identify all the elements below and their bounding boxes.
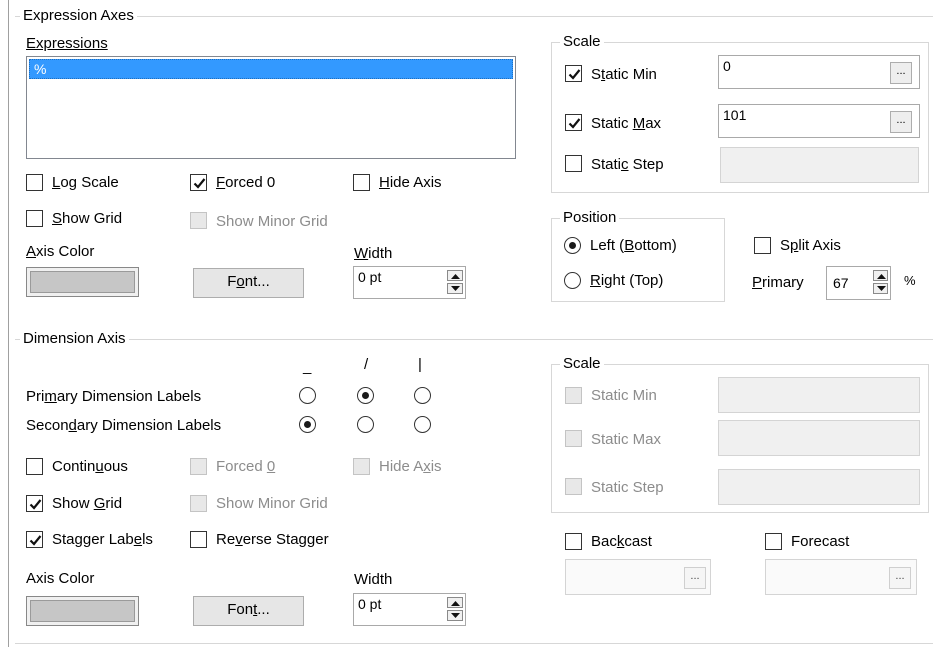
secondary-dim-vertical-radio[interactable] xyxy=(414,416,431,433)
split-axis-label: Split Axis xyxy=(780,237,841,254)
dim-font-button[interactable]: Font... xyxy=(193,596,304,626)
static-max-checkbox[interactable] xyxy=(565,114,582,131)
dim-static-min-checkbox[interactable] xyxy=(565,387,582,404)
dim-axis-color-label: Axis Color xyxy=(26,570,95,587)
expressions-label: Expressions xyxy=(26,35,108,52)
expression-axes-title: Expression Axes xyxy=(20,8,137,24)
col-symbol-horizontal: _ xyxy=(303,358,312,375)
stagger-labels-checkbox[interactable] xyxy=(26,531,43,548)
static-min-label: Static Min xyxy=(591,66,657,83)
width-spinner[interactable]: 0 pt xyxy=(353,266,466,299)
dim-static-step-label: Static Step xyxy=(591,479,664,496)
show-minor-grid-checkbox[interactable] xyxy=(190,212,207,229)
dim-forced-0-label: Forced 0 xyxy=(216,458,276,475)
dim-width-label: Width xyxy=(354,571,393,588)
dim-show-minor-grid-label: Show Minor Grid xyxy=(216,495,328,512)
width-up-arrow[interactable] xyxy=(447,270,463,281)
col-symbol-vertical: | xyxy=(418,356,422,373)
dim-width-up-arrow[interactable] xyxy=(447,597,463,608)
dim-static-min-label: Static Min xyxy=(591,387,657,404)
static-step-input[interactable] xyxy=(720,147,919,183)
width-down-arrow[interactable] xyxy=(447,283,463,294)
expression-scale-title: Scale xyxy=(560,34,604,50)
primary-up-arrow[interactable] xyxy=(873,270,888,281)
dim-static-max-input[interactable] xyxy=(718,420,920,456)
primary-dim-diagonal-radio[interactable] xyxy=(357,387,374,404)
log-scale-checkbox[interactable] xyxy=(26,174,43,191)
left-bottom-label: Left (Bottom) xyxy=(590,237,677,254)
static-max-label: Static Max xyxy=(591,115,662,132)
dim-width-value: 0 pt xyxy=(358,596,382,612)
static-min-ellipsis-button[interactable]: ... xyxy=(890,62,912,84)
forecast-checkbox[interactable] xyxy=(765,533,782,550)
right-top-radio[interactable] xyxy=(564,272,581,289)
dim-axis-color-swatch[interactable] xyxy=(26,596,139,626)
show-grid-label: Show Grid xyxy=(52,210,123,227)
static-max-ellipsis-button[interactable]: ... xyxy=(890,111,912,133)
reverse-stagger-label: Reverse Stagger xyxy=(216,531,329,548)
backcast-ellipsis-button[interactable]: ... xyxy=(684,567,706,589)
dim-show-grid-label: Show Grid xyxy=(52,495,123,512)
log-scale-label: Log Scale xyxy=(52,174,119,191)
dim-static-min-input[interactable] xyxy=(718,377,920,413)
dim-show-grid-checkbox[interactable] xyxy=(26,495,43,512)
secondary-dim-horizontal-radio[interactable] xyxy=(299,416,316,433)
dim-static-max-label: Static Max xyxy=(591,431,662,448)
dim-static-step-checkbox[interactable] xyxy=(565,478,582,495)
window-edge xyxy=(8,0,9,647)
font-button[interactable]: Font... xyxy=(193,268,304,298)
backcast-checkbox[interactable] xyxy=(565,533,582,550)
dim-width-down-arrow[interactable] xyxy=(447,610,463,621)
axis-color-swatch[interactable] xyxy=(26,267,139,297)
continuous-label: Continuous xyxy=(52,458,128,475)
dimension-scale-title: Scale xyxy=(560,356,604,372)
forced-0-label: Forced 0 xyxy=(216,174,276,191)
primary-spinner[interactable]: 67 xyxy=(826,266,891,300)
secondary-dimension-labels-label: Secondary Dimension Labels xyxy=(26,417,222,434)
reverse-stagger-checkbox[interactable] xyxy=(190,531,207,548)
forecast-ellipsis-button[interactable]: ... xyxy=(889,567,911,589)
right-top-label: Right (Top) xyxy=(590,272,664,289)
axis-color-label: Axis Color xyxy=(26,243,95,260)
width-label: Width xyxy=(354,245,393,262)
dim-forced-0-checkbox[interactable] xyxy=(190,458,207,475)
primary-dimension-labels-label: Primary Dimension Labels xyxy=(26,388,202,405)
split-axis-checkbox[interactable] xyxy=(754,237,771,254)
show-grid-checkbox[interactable] xyxy=(26,210,43,227)
stagger-labels-label: Stagger Labels xyxy=(52,531,153,548)
show-minor-grid-label: Show Minor Grid xyxy=(216,213,328,230)
width-value: 0 pt xyxy=(358,269,382,285)
dim-width-spinner[interactable]: 0 pt xyxy=(353,593,466,626)
forced-0-checkbox[interactable] xyxy=(190,174,207,191)
position-title: Position xyxy=(560,210,620,226)
hide-axis-label: Hide Axis xyxy=(379,174,442,191)
left-bottom-radio[interactable] xyxy=(564,237,581,254)
forecast-label: Forecast xyxy=(791,533,850,550)
dim-show-minor-grid-checkbox[interactable] xyxy=(190,495,207,512)
static-min-checkbox[interactable] xyxy=(565,65,582,82)
col-symbol-diagonal: / xyxy=(364,356,369,373)
primary-down-arrow[interactable] xyxy=(873,283,888,294)
primary-dim-horizontal-radio[interactable] xyxy=(299,387,316,404)
dim-hide-axis-label: Hide Axis xyxy=(379,458,442,475)
primary-label: Primary xyxy=(752,274,804,291)
continuous-checkbox[interactable] xyxy=(26,458,43,475)
hide-axis-checkbox[interactable] xyxy=(353,174,370,191)
primary-dim-vertical-radio[interactable] xyxy=(414,387,431,404)
dim-static-step-input[interactable] xyxy=(718,469,920,505)
secondary-dim-diagonal-radio[interactable] xyxy=(357,416,374,433)
percent-label: % xyxy=(904,273,916,288)
dim-hide-axis-checkbox[interactable] xyxy=(353,458,370,475)
primary-value: 67 xyxy=(833,275,849,291)
backcast-label: Backcast xyxy=(591,533,652,550)
expression-item[interactable]: % xyxy=(29,59,513,79)
static-step-label: Static Step xyxy=(591,156,664,173)
static-step-checkbox[interactable] xyxy=(565,155,582,172)
expressions-listbox[interactable]: % xyxy=(26,56,516,159)
dimension-axis-title: Dimension Axis xyxy=(20,331,129,347)
dim-static-max-checkbox[interactable] xyxy=(565,430,582,447)
